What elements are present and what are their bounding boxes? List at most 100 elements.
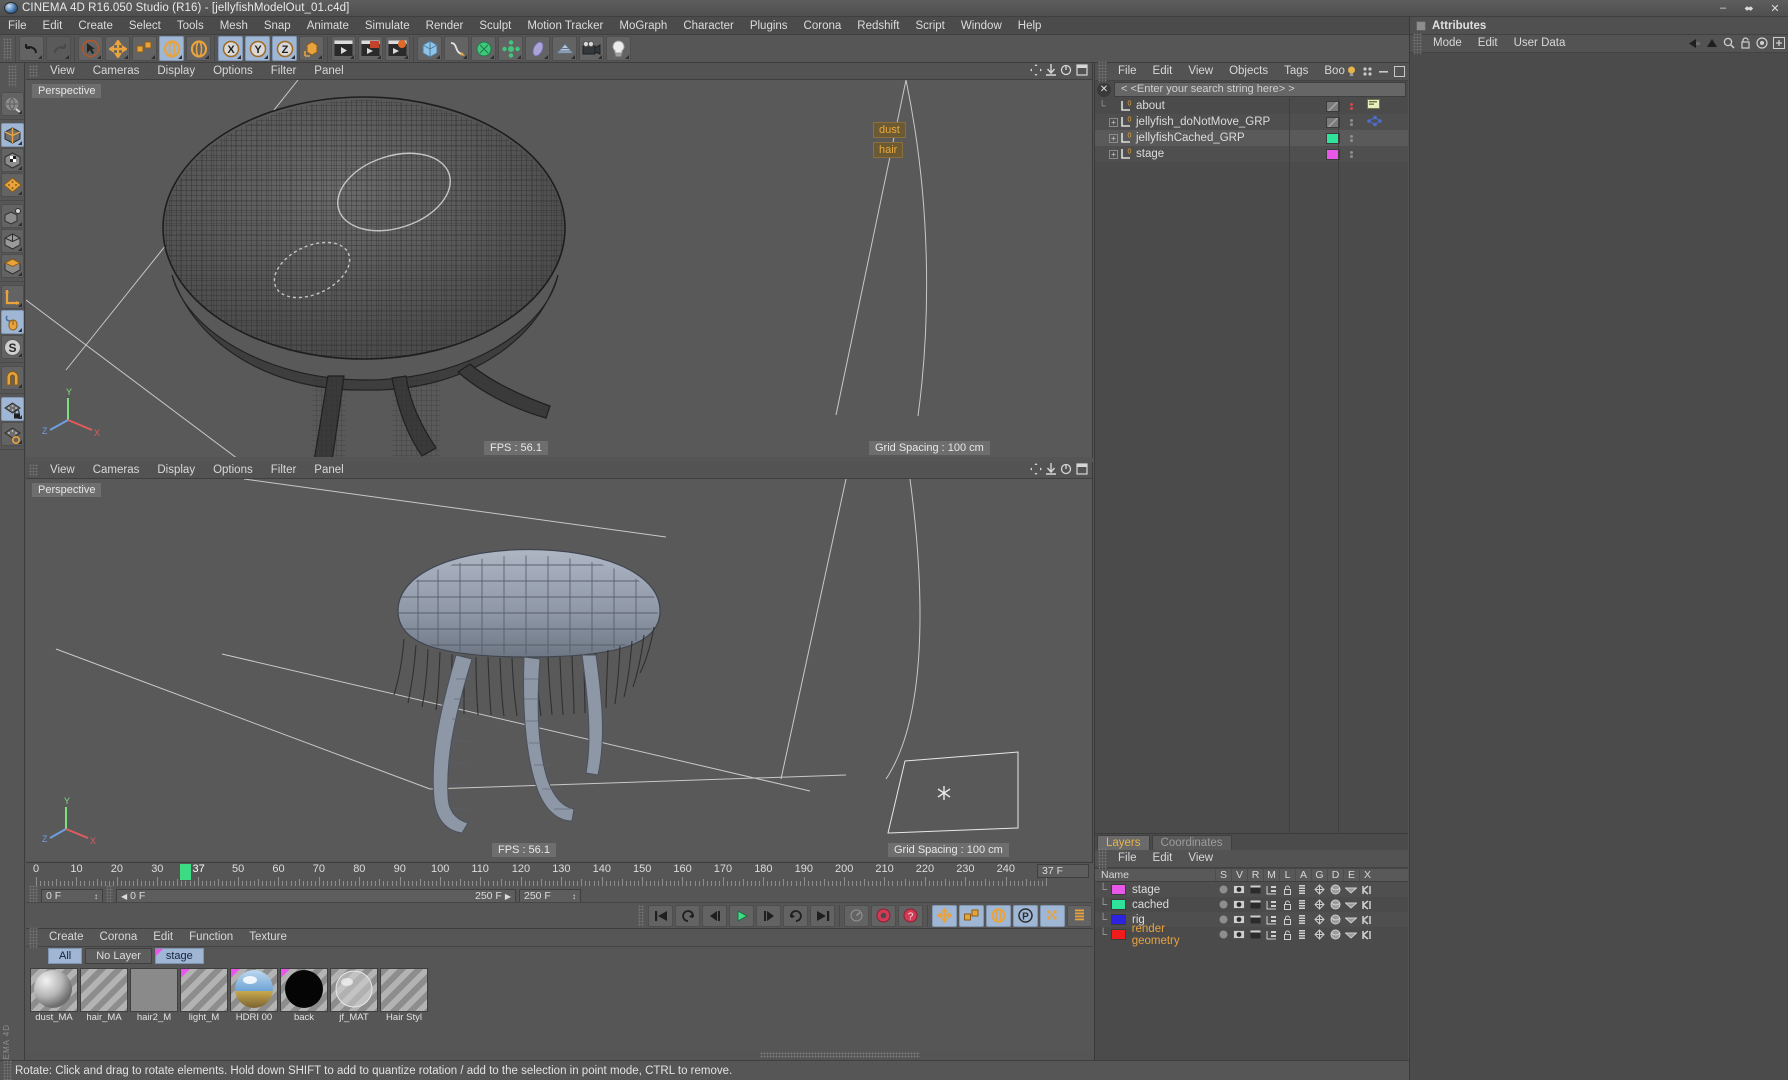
primitive-cube-icon[interactable] xyxy=(417,36,442,61)
object-visibility-dots[interactable] xyxy=(1345,118,1357,126)
attributes-grip[interactable] xyxy=(1413,32,1422,55)
object-row[interactable]: └ 0 about xyxy=(1095,98,1408,114)
layer-lock-icon[interactable] xyxy=(1279,885,1295,895)
model-mode-icon[interactable] xyxy=(0,123,24,147)
viewport-zoom-icon[interactable] xyxy=(1046,463,1056,478)
object-manager-grip[interactable] xyxy=(1098,60,1107,83)
viewport-maximize-icon[interactable] xyxy=(1076,64,1088,79)
workplane-rotate-icon[interactable] xyxy=(0,422,24,446)
rotate-alt-icon[interactable] xyxy=(186,36,211,61)
layer-xref-icon[interactable] xyxy=(1359,884,1375,895)
layer-row[interactable]: └ cached xyxy=(1095,897,1408,912)
layer-deformer-icon[interactable] xyxy=(1327,899,1343,910)
material-filter-all[interactable]: All xyxy=(48,947,83,964)
layers-menu-edit[interactable]: Edit xyxy=(1145,850,1181,867)
z-axis-lock-icon[interactable]: Z xyxy=(272,36,297,61)
nurbs-icon[interactable] xyxy=(471,36,496,61)
search-icon[interactable] xyxy=(1723,37,1735,52)
live-selection-icon[interactable] xyxy=(78,36,103,61)
viewport-bottom-camera-label[interactable]: Perspective xyxy=(32,483,102,497)
next-key-button[interactable] xyxy=(783,904,808,927)
make-editable-icon[interactable] xyxy=(0,92,24,116)
world-coordinate-icon[interactable] xyxy=(0,285,24,309)
spline-pen-icon[interactable] xyxy=(444,36,469,61)
viewport-tag-dust[interactable]: dust xyxy=(873,122,906,138)
redo-icon[interactable] xyxy=(46,36,71,61)
layer-xref-icon[interactable] xyxy=(1359,929,1375,940)
transport-grip[interactable] xyxy=(638,904,644,927)
y-axis-lock-icon[interactable]: Y xyxy=(245,36,270,61)
material-item[interactable]: light_M xyxy=(180,968,228,1023)
object-manager-menu-edit[interactable]: Edit xyxy=(1145,63,1181,80)
layers-col-v[interactable]: V xyxy=(1231,869,1247,881)
points-mode-icon[interactable] xyxy=(0,173,24,197)
material-menu-corona[interactable]: Corona xyxy=(92,929,146,946)
menu-tools[interactable]: Tools xyxy=(169,17,212,35)
layer-manager-icon[interactable] xyxy=(1263,915,1279,925)
layer-color-swatch[interactable] xyxy=(1111,884,1126,895)
layer-view-icon[interactable] xyxy=(1231,930,1247,939)
material-thumbnail[interactable] xyxy=(330,968,378,1012)
x-axis-lock-icon[interactable]: X xyxy=(218,36,243,61)
layers-col-d[interactable]: D xyxy=(1327,869,1343,881)
material-menu-create[interactable]: Create xyxy=(41,929,92,946)
layers-grip[interactable] xyxy=(1098,847,1107,870)
menu-edit[interactable]: Edit xyxy=(35,17,71,35)
up-arrow-icon[interactable] xyxy=(1706,38,1718,52)
layer-animation-icon[interactable] xyxy=(1295,929,1311,940)
layer-deformer-icon[interactable] xyxy=(1327,929,1343,940)
autokey-speed-button[interactable] xyxy=(844,904,869,927)
scale-tool-icon[interactable] xyxy=(132,36,157,61)
go-to-end-button[interactable] xyxy=(810,904,835,927)
object-visibility-dots[interactable] xyxy=(1345,102,1357,110)
material-item[interactable]: hair_MA xyxy=(80,968,128,1023)
note-tag-icon[interactable] xyxy=(1367,98,1380,114)
rotate-tool-icon[interactable] xyxy=(159,36,184,61)
autokeying-button[interactable]: ? xyxy=(898,904,923,927)
layer-manager-icon[interactable] xyxy=(1263,930,1279,940)
object-row[interactable]: +0 jellyfish_doNotMove_GRP xyxy=(1095,114,1408,130)
layer-name-cell[interactable]: └ cached xyxy=(1095,899,1215,911)
layer-view-icon[interactable] xyxy=(1231,900,1247,909)
object-manager-menu-objects[interactable]: Objects xyxy=(1221,63,1276,80)
material-item[interactable]: back xyxy=(280,968,328,1023)
menu-sculpt[interactable]: Sculpt xyxy=(471,17,519,35)
material-filter-no-layer[interactable]: No Layer xyxy=(85,947,152,964)
layer-lock-icon[interactable] xyxy=(1279,900,1295,910)
enable-axis-icon[interactable] xyxy=(0,310,24,334)
light-icon[interactable] xyxy=(606,36,631,61)
layer-name-cell[interactable]: └ stage xyxy=(1095,884,1215,896)
object-manager-menu-tags[interactable]: Tags xyxy=(1276,63,1316,80)
timeline-playhead[interactable] xyxy=(180,864,192,880)
layer-expression-icon[interactable] xyxy=(1343,916,1359,924)
material-thumbnail[interactable] xyxy=(30,968,78,1012)
material-item[interactable]: Hair Styl xyxy=(380,968,428,1023)
viewport-top-menu-panel[interactable]: Panel xyxy=(305,63,352,79)
go-to-start-button[interactable] xyxy=(648,904,673,927)
restore-button[interactable]: ⬌ xyxy=(1736,0,1762,16)
layer-solo-dot-icon[interactable] xyxy=(1215,930,1231,939)
object-visibility-dots[interactable] xyxy=(1345,150,1357,158)
layers-col-m[interactable]: M xyxy=(1263,869,1279,881)
viewport-top-menu-cameras[interactable]: Cameras xyxy=(84,63,149,79)
layer-lock-icon[interactable] xyxy=(1279,930,1295,940)
viewport-top-menu-display[interactable]: Display xyxy=(148,63,204,79)
bulb-icon[interactable] xyxy=(1346,65,1357,80)
attributes-menu-user-data[interactable]: User Data xyxy=(1506,35,1574,52)
layers-col-e[interactable]: E xyxy=(1343,869,1359,881)
object-manager-menu-file[interactable]: File xyxy=(1110,63,1145,80)
attributes-menu-edit[interactable]: Edit xyxy=(1470,35,1506,52)
viewport-top-camera-label[interactable]: Perspective xyxy=(32,84,102,98)
environment-floor-icon[interactable] xyxy=(552,36,577,61)
material-thumbnail[interactable] xyxy=(230,968,278,1012)
menu-mesh[interactable]: Mesh xyxy=(212,17,256,35)
layer-row[interactable]: └ render geometry xyxy=(1095,923,1408,947)
material-item[interactable]: hair2_M xyxy=(130,968,178,1023)
layers-menu-file[interactable]: File xyxy=(1110,850,1145,867)
object-row[interactable]: +0 jellyfishCached_GRP xyxy=(1095,130,1408,146)
layer-xref-icon[interactable] xyxy=(1359,899,1375,910)
layers-col-r[interactable]: R xyxy=(1247,869,1263,881)
viewport-zoom-icon[interactable] xyxy=(1046,64,1056,79)
menu-redshift[interactable]: Redshift xyxy=(849,17,907,35)
menu-mograph[interactable]: MoGraph xyxy=(611,17,675,35)
